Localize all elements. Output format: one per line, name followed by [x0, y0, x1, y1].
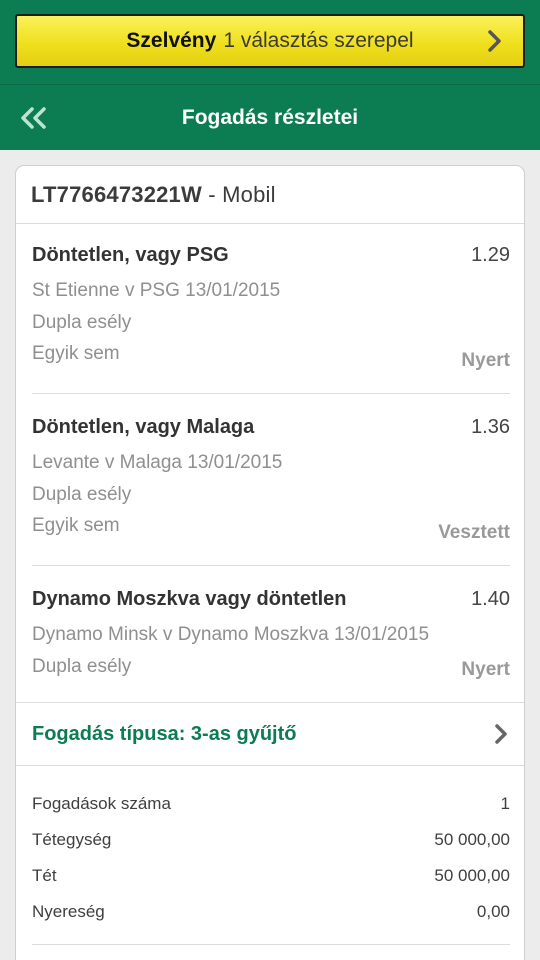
- selection-odds: 1.29: [471, 244, 510, 266]
- chevron-right-icon: [488, 30, 501, 52]
- selection-item: Döntetlen, vagy Malaga 1.36 Levante v Ma…: [32, 394, 510, 566]
- bet-channel: - Mobil: [208, 181, 276, 207]
- bet-type-row[interactable]: Fogadás típusa: 3-as gyűjtő: [16, 702, 524, 766]
- summary-label: Tétegység: [32, 830, 112, 849]
- summary-value: 50 000,00: [434, 830, 510, 849]
- summary-value: 1: [500, 794, 510, 813]
- bet-type-label: Fogadás típusa: 3-as gyűjtő: [32, 722, 297, 745]
- selection-note: Egyik sem: [32, 515, 120, 536]
- selection-item: Dynamo Moszkva vagy döntetlen 1.40 Dynam…: [32, 566, 510, 702]
- double-chevron-left-icon[interactable]: [19, 106, 49, 130]
- selection-match: St Etienne v PSG 13/01/2015: [32, 280, 281, 301]
- chevron-right-icon: [495, 724, 507, 744]
- summary-label: Nyereség: [32, 902, 105, 921]
- selection-odds: 1.36: [471, 416, 510, 438]
- summary-label: Fogadások száma: [32, 794, 171, 813]
- summary-row: Nyereség 0,00: [32, 894, 510, 930]
- bet-id: LT7766473221W: [31, 181, 202, 207]
- selection-match: Dynamo Minsk v Dynamo Moszkva 13/01/2015: [32, 624, 430, 645]
- top-bar: Szelvény 1 választás szerepel: [0, 0, 540, 84]
- bet-slip-label: Szelvény: [126, 29, 217, 52]
- selection-name: Döntetlen, vagy Malaga: [32, 416, 255, 438]
- summary-label: Tét: [32, 866, 57, 885]
- selection-match: Levante v Malaga 13/01/2015: [32, 452, 283, 473]
- bet-summary: Fogadások száma 1 Tétegység 50 000,00 Té…: [32, 766, 510, 945]
- summary-value: 0,00: [476, 902, 510, 921]
- selection-odds: 1.40: [471, 588, 510, 610]
- summary-row: Tétegység 50 000,00: [32, 822, 510, 858]
- bet-details-card: LT7766473221W - Mobil Döntetlen, vagy PS…: [15, 165, 525, 960]
- selection-market: Dupla esély: [32, 484, 132, 505]
- selection-item: Döntetlen, vagy PSG 1.29 St Etienne v PS…: [32, 224, 510, 394]
- selection-market: Dupla esély: [32, 656, 132, 677]
- selection-status: Nyert: [461, 350, 510, 371]
- summary-row: Tét 50 000,00: [32, 858, 510, 894]
- selection-name: Dynamo Moszkva vagy döntetlen: [32, 588, 347, 610]
- bet-slip-count: 1 választás szerepel: [223, 29, 414, 52]
- page-title: Fogadás részletei: [181, 105, 359, 129]
- bet-slip-button[interactable]: Szelvény 1 választás szerepel: [15, 14, 525, 68]
- title-bar: Fogadás részletei: [0, 84, 540, 150]
- summary-value: 50 000,00: [434, 866, 510, 885]
- selection-market: Dupla esély: [32, 312, 132, 333]
- selection-name: Döntetlen, vagy PSG: [32, 244, 229, 266]
- selection-status: Nyert: [461, 659, 510, 680]
- selection-note: Egyik sem: [32, 343, 120, 364]
- selection-status: Vesztett: [438, 522, 510, 543]
- bet-header: LT7766473221W - Mobil: [16, 166, 524, 224]
- summary-row: Fogadások száma 1: [32, 786, 510, 822]
